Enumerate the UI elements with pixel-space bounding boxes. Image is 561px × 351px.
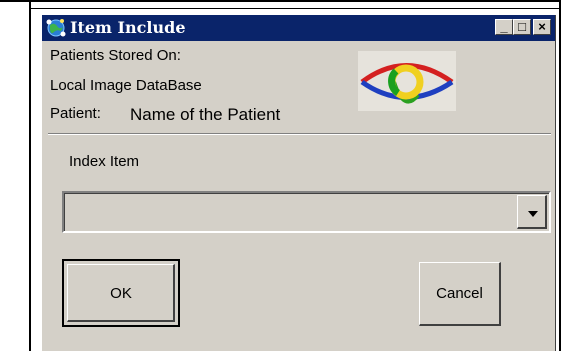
index-item-label: Index Item bbox=[69, 153, 140, 170]
chevron-down-icon bbox=[528, 211, 538, 217]
frame-inner-rule bbox=[31, 8, 559, 9]
cancel-button-label: Cancel bbox=[436, 285, 483, 302]
patient-name: Name of the Patient bbox=[130, 105, 281, 124]
ok-button[interactable]: OK bbox=[62, 259, 180, 327]
database-name: Local Image DataBase bbox=[50, 77, 202, 94]
index-item-value bbox=[64, 193, 549, 231]
minimize-button[interactable]: _ bbox=[495, 19, 513, 35]
separator bbox=[48, 133, 551, 135]
title-bar[interactable]: Item Include _ □ × bbox=[42, 15, 555, 41]
window-title: Item Include bbox=[70, 18, 186, 37]
frame-border-top bbox=[0, 0, 561, 2]
frame-border-left bbox=[29, 0, 31, 351]
globe-network-icon bbox=[46, 19, 66, 37]
cancel-button[interactable]: Cancel bbox=[419, 262, 501, 326]
dropdown-button[interactable] bbox=[517, 195, 547, 229]
close-button[interactable]: × bbox=[533, 19, 551, 35]
eye-logo-icon bbox=[358, 51, 456, 111]
index-item-select[interactable] bbox=[62, 191, 551, 233]
ok-button-label: OK bbox=[110, 285, 132, 302]
stored-on-label: Patients Stored On: bbox=[50, 47, 181, 64]
patient-label: Patient: bbox=[50, 105, 101, 122]
item-include-dialog: Item Include _ □ × Patients Stored On: L… bbox=[42, 15, 556, 351]
maximize-button[interactable]: □ bbox=[513, 19, 531, 35]
